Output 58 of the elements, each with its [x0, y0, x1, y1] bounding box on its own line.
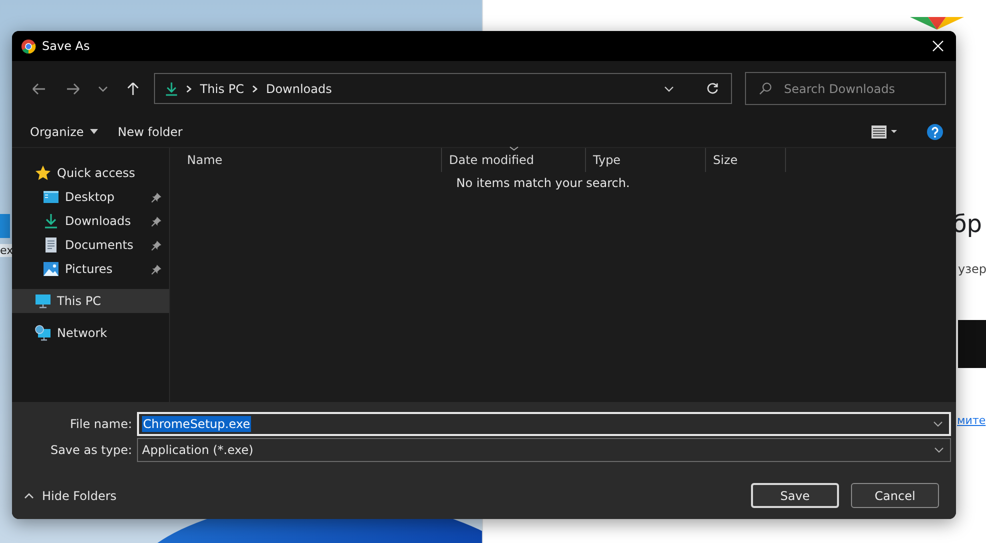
navigation-item[interactable]: Network: [12, 321, 169, 345]
caret-icon: [24, 492, 34, 498]
column-header[interactable]: Date modified: [442, 148, 586, 172]
dropdown-icon[interactable]: [664, 86, 674, 92]
chevron-icon: [186, 84, 192, 92]
refresh-icon[interactable]: [706, 82, 719, 95]
field-label: File name:: [69, 417, 133, 431]
navigation-item[interactable]: Documents: [12, 233, 169, 257]
file-name-field[interactable]: ChromeSetup.exe: [137, 412, 951, 436]
navigation-item[interactable]: Desktop: [12, 185, 169, 209]
column-header[interactable]: Size: [706, 148, 786, 172]
column-header[interactable]: Type: [586, 148, 706, 172]
column-header[interactable]: Name: [170, 148, 442, 172]
star-icon: [35, 165, 51, 181]
save-button[interactable]: Save: [751, 483, 839, 508]
pin-icon: [151, 216, 162, 226]
back-arrow-icon: [32, 82, 46, 94]
app-icon: [21, 38, 36, 54]
caret-icon: [90, 129, 98, 134]
hide-folders-button[interactable]: Hide Folders: [24, 488, 117, 502]
field-label: Save as type:: [49, 443, 133, 457]
file-type-dropdown[interactable]: Application (*.exe): [137, 438, 951, 462]
page-text: узер: [958, 262, 986, 276]
organize-button[interactable]: Organize: [20, 120, 108, 142]
navigation-item[interactable]: Quick access: [12, 161, 169, 185]
picture-icon: [43, 261, 59, 277]
breadcrumb[interactable]: This PC: [200, 82, 244, 96]
download-icon: [165, 80, 178, 96]
chevron-icon: [98, 86, 108, 92]
breadcrumb[interactable]: Downloads: [266, 82, 332, 96]
pin-icon: [151, 264, 162, 274]
download-icon: [43, 213, 59, 229]
up-arrow-icon: [127, 82, 139, 96]
navigation-item[interactable]: This PC: [12, 289, 169, 313]
address-bar[interactable]: This PC Downloads: [154, 73, 732, 104]
chevron-icon: [934, 447, 944, 453]
page-link[interactable]: мите: [957, 414, 986, 427]
document-icon: [43, 237, 59, 253]
new-folder-button[interactable]: New folder: [108, 120, 193, 142]
sort-caret-icon: [509, 146, 519, 151]
pin-icon: [151, 240, 162, 250]
help-icon[interactable]: [927, 124, 943, 140]
window-title: Save As: [42, 39, 90, 53]
network-icon: [35, 325, 51, 341]
chevron-icon[interactable]: [933, 421, 943, 427]
close-icon: [932, 40, 944, 52]
navigation-item[interactable]: Pictures: [12, 257, 169, 281]
view-options-button[interactable]: [871, 124, 897, 138]
computer-icon: [35, 293, 51, 309]
empty-message: No items match your search.: [456, 176, 630, 190]
search-icon: [759, 82, 772, 95]
navigation-item[interactable]: Downloads: [12, 209, 169, 233]
chevron-icon: [252, 84, 258, 92]
cancel-button[interactable]: Cancel: [851, 483, 939, 508]
desktop-icon-label: ex: [0, 244, 14, 257]
pin-icon: [151, 192, 162, 202]
search-field[interactable]: Search Downloads: [745, 72, 946, 105]
forward-arrow-icon: [66, 82, 80, 94]
